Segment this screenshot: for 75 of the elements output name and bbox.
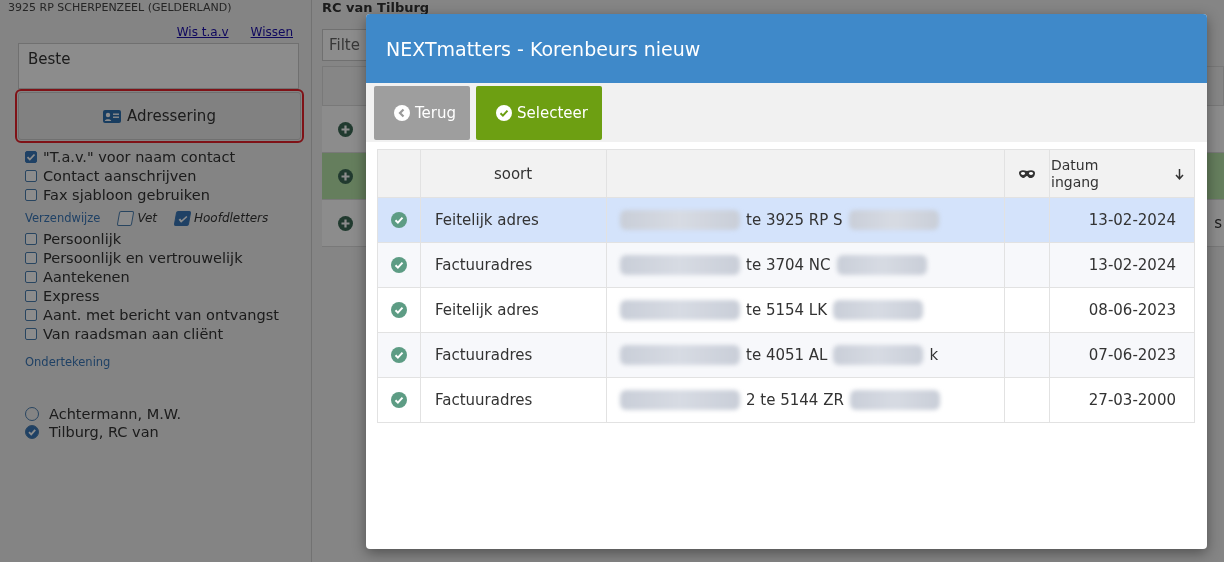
checkmark-icon bbox=[26, 152, 36, 162]
table-cell: 07-06-2023 bbox=[1049, 332, 1195, 378]
add-icon bbox=[338, 168, 353, 184]
checkbox[interactable] bbox=[25, 189, 37, 201]
option-label: "T.a.v." voor naam contact bbox=[43, 149, 236, 165]
table-cell: s bbox=[1214, 214, 1222, 232]
table-cell: Factuuradres bbox=[420, 377, 607, 423]
check-icon bbox=[496, 104, 513, 121]
link[interactable]: Wissen bbox=[250, 25, 293, 39]
table-row[interactable]: Factuuradres te 4051 AL k 07-06-2023 bbox=[377, 332, 1195, 378]
table-row[interactable]: Feitelijk adres te 3925 RP S 13-02-2024 bbox=[377, 197, 1195, 243]
column-header[interactable]: soort bbox=[420, 149, 607, 198]
check-circle-icon bbox=[391, 302, 407, 318]
checkbox[interactable] bbox=[25, 309, 37, 321]
checkbox[interactable] bbox=[173, 210, 192, 226]
option-label: Aantekenen bbox=[43, 269, 130, 285]
table-cell: te 4051 AL bbox=[746, 346, 828, 364]
table-cell: 13-02-2024 bbox=[1049, 242, 1195, 288]
back-icon bbox=[394, 104, 410, 121]
check-circle-icon bbox=[391, 212, 407, 228]
check-circle-icon bbox=[391, 257, 407, 273]
table-cell: k bbox=[929, 346, 939, 364]
option-label: Fax sjabloon gebruiken bbox=[43, 187, 210, 203]
checkbox[interactable] bbox=[25, 271, 37, 283]
checkbox[interactable] bbox=[25, 290, 37, 302]
checkbox[interactable] bbox=[25, 151, 37, 163]
dialog-title: NEXTmatters - Korenbeurs nieuw bbox=[366, 14, 1207, 83]
panel-title: RC van Tilburg bbox=[322, 0, 431, 15]
section-label: Verzendwijze bbox=[25, 211, 101, 225]
table-cell: 13-02-2024 bbox=[1049, 197, 1195, 243]
salutation-field[interactable]: Beste bbox=[18, 43, 299, 89]
add-icon bbox=[338, 215, 353, 231]
address-text: 3925 RP SCHERPENZEEL (GELDERLAND) bbox=[8, 1, 233, 14]
option-label: Aant. met bericht van ontvangst bbox=[43, 307, 279, 323]
table-cell: 27-03-2000 bbox=[1049, 377, 1195, 423]
address-button[interactable]: Adressering bbox=[18, 92, 301, 140]
table-cell: Feitelijk adres bbox=[420, 197, 607, 243]
sort-down-icon bbox=[1175, 169, 1184, 180]
table-cell: te 3925 RP S bbox=[746, 211, 843, 229]
table-row[interactable]: Feitelijk adres te 5154 LK 08-06-2023 bbox=[377, 287, 1195, 333]
table-cell: Feitelijk adres bbox=[420, 287, 607, 333]
option-label: Contact aanschrijven bbox=[43, 168, 197, 184]
check-circle-icon bbox=[391, 392, 407, 408]
option-label: Persoonlijk bbox=[43, 231, 122, 247]
checkbox[interactable] bbox=[117, 210, 135, 226]
signer-name: Tilburg, RC van bbox=[49, 424, 159, 440]
check-circle-icon bbox=[391, 347, 407, 363]
option-label: Vet bbox=[137, 211, 157, 225]
table-cell: te 5154 LK bbox=[746, 301, 827, 319]
checkbox[interactable] bbox=[25, 233, 37, 245]
checkmark-icon bbox=[27, 427, 37, 437]
radio-button[interactable] bbox=[25, 425, 39, 439]
add-icon bbox=[338, 121, 353, 137]
column-header[interactable]: Datum ingang bbox=[1049, 149, 1195, 198]
table-cell: 08-06-2023 bbox=[1049, 287, 1195, 333]
table-cell: Factuuradres bbox=[420, 242, 607, 288]
mask-icon bbox=[1018, 168, 1036, 179]
contact-card-icon bbox=[103, 109, 122, 123]
table-cell: Factuuradres bbox=[420, 332, 607, 378]
table-cell: 2 te 5144 ZR bbox=[746, 391, 844, 409]
option-label: Hoofdletters bbox=[194, 211, 269, 225]
option-label: Express bbox=[43, 288, 100, 304]
checkbox[interactable] bbox=[25, 252, 37, 264]
table-header-cell bbox=[377, 149, 421, 198]
table-row[interactable]: Factuuradres 2 te 5144 ZR 27-03-2000 bbox=[377, 377, 1195, 423]
table-row[interactable]: Factuuradres te 3704 NC 13-02-2024 bbox=[377, 242, 1195, 288]
link[interactable]: Wis t.a.v bbox=[176, 25, 229, 39]
option-label: Van raadsman aan cliënt bbox=[43, 326, 224, 342]
section-label: Ondertekening bbox=[25, 355, 112, 369]
checkmark-icon bbox=[176, 213, 189, 223]
option-label: Persoonlijk en vertrouwelijk bbox=[43, 250, 243, 266]
table-cell: te 3704 NC bbox=[746, 256, 831, 274]
checkbox[interactable] bbox=[25, 328, 37, 340]
signer-name: Achtermann, M.W. bbox=[49, 406, 182, 422]
checkbox[interactable] bbox=[25, 170, 37, 182]
